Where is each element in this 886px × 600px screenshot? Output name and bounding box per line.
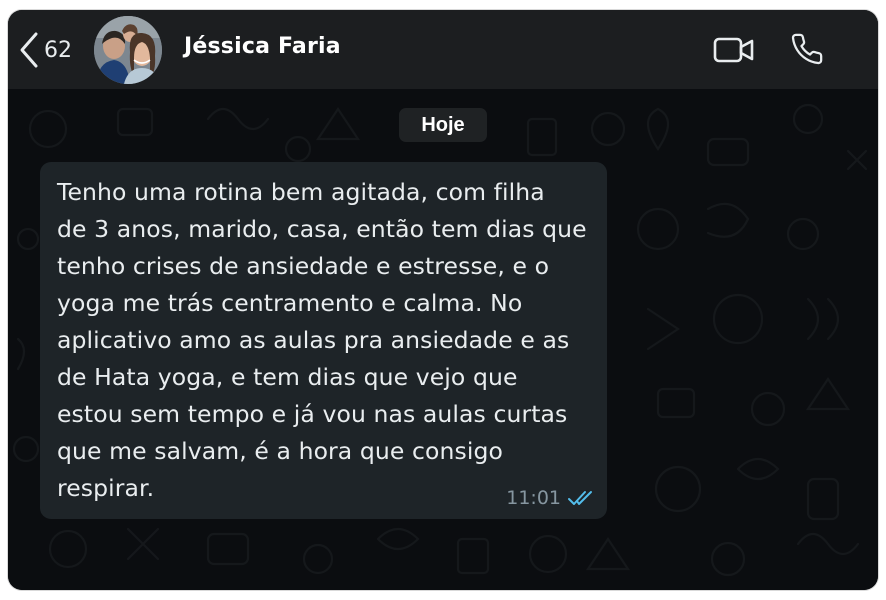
chevron-left-icon	[20, 32, 38, 68]
date-separator: Hoje	[399, 108, 487, 142]
unread-count: 62	[44, 37, 72, 63]
message-time: 11:01	[506, 487, 561, 509]
phone-icon[interactable]	[790, 32, 824, 66]
chat-window: 62 Jéssica Faria Hoje Tenho uma rotina b…	[8, 10, 878, 590]
avatar[interactable]	[94, 16, 162, 84]
back-button[interactable]: 62	[18, 30, 72, 70]
double-check-icon	[568, 491, 592, 505]
contact-name[interactable]: Jéssica Faria	[184, 34, 341, 59]
message-bubble[interactable]: Tenho uma rotina bem agitada, com filha …	[40, 162, 607, 519]
chat-area[interactable]: Hoje Tenho uma rotina bem agitada, com f…	[8, 89, 878, 590]
message-meta: 11:01	[506, 487, 595, 509]
message-text: Tenho uma rotina bem agitada, com filha …	[57, 178, 587, 502]
video-camera-icon[interactable]	[713, 35, 755, 65]
avatar-photo	[94, 16, 162, 84]
chat-header: 62 Jéssica Faria	[8, 10, 878, 89]
